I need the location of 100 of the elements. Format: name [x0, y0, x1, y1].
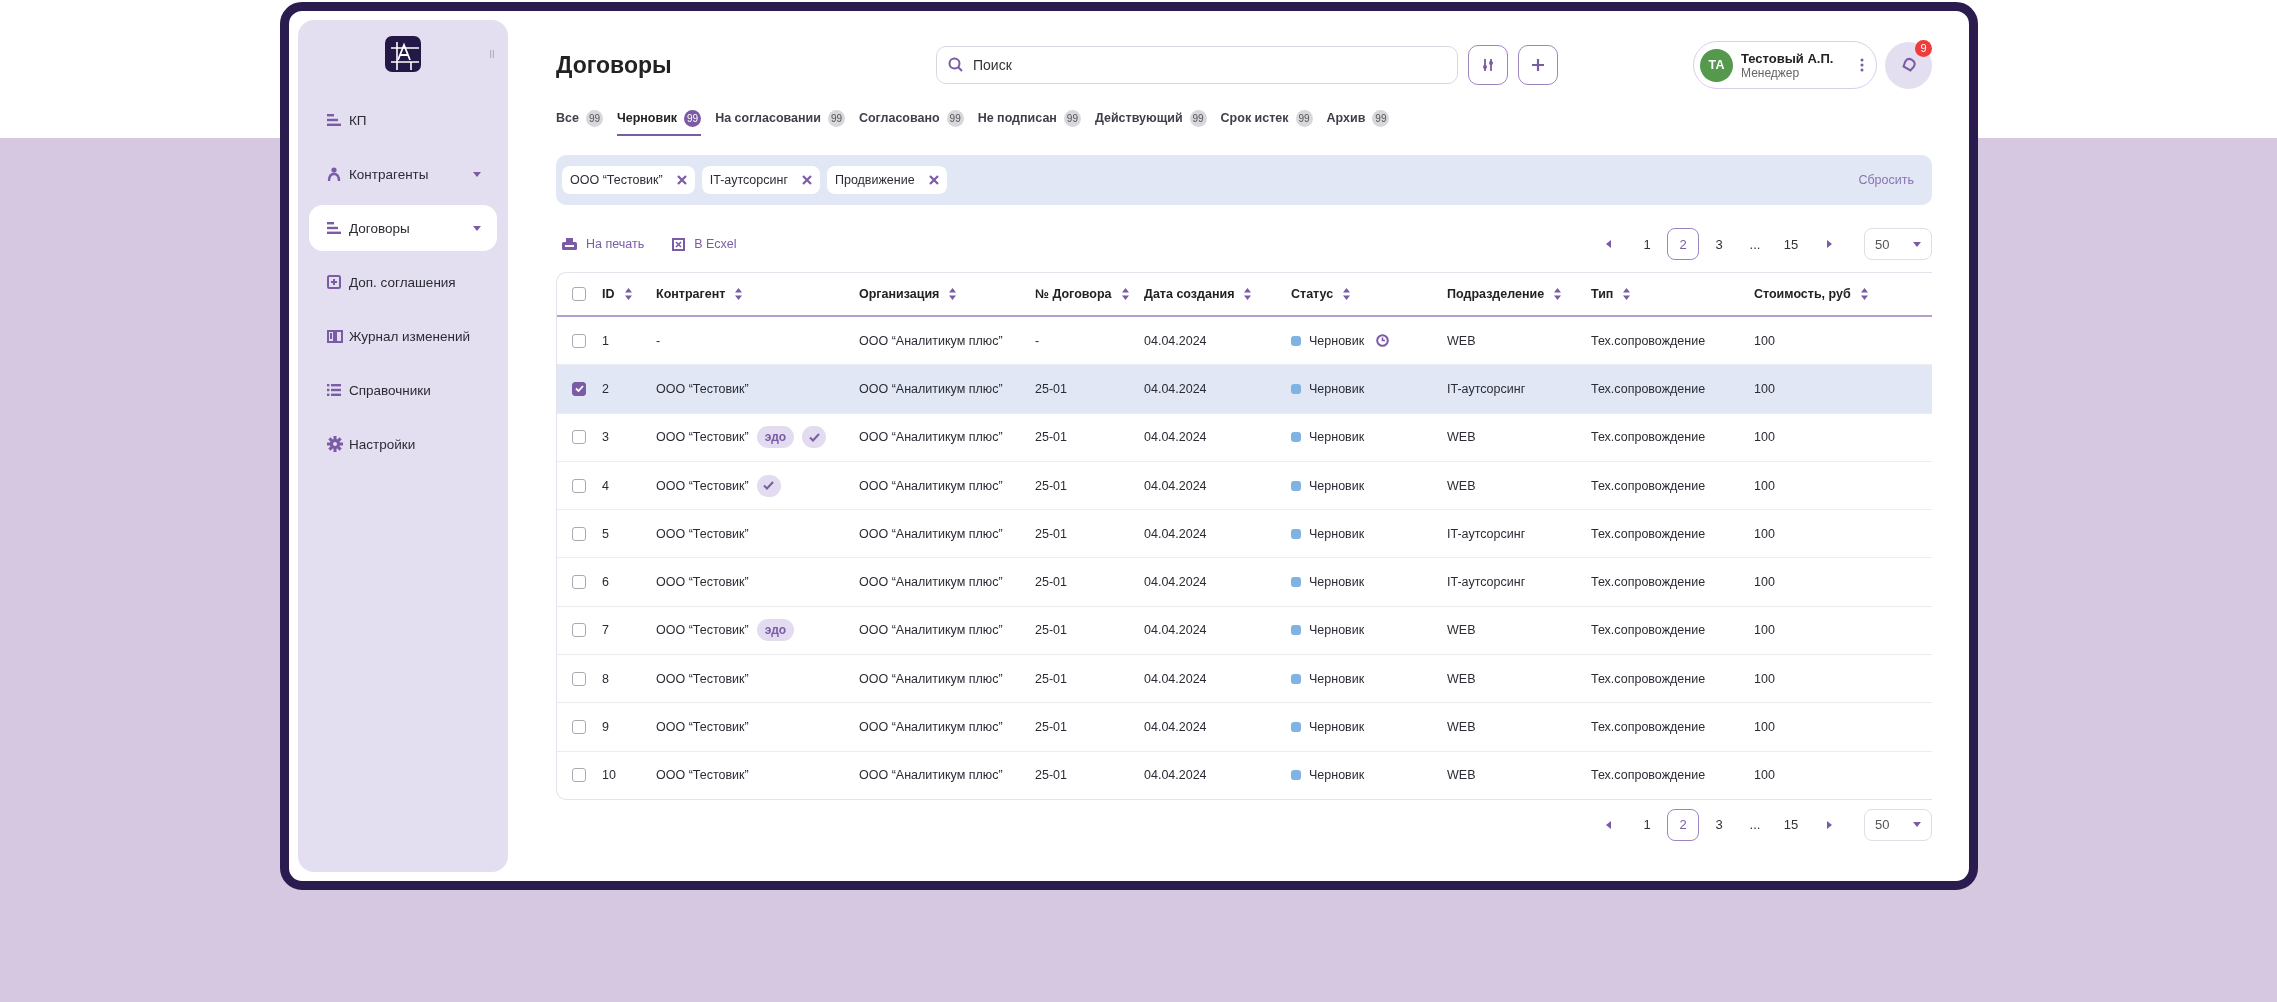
table-cell: Черновик — [1309, 720, 1365, 734]
close-icon[interactable] — [676, 175, 687, 185]
checkbox[interactable] — [572, 381, 586, 396]
status-tab[interactable]: На согласовании 99 — [715, 102, 845, 136]
checkbox[interactable] — [572, 526, 586, 541]
table-row[interactable]: 7 ООО “Тестовик” эдо ООО “Аналитикум плюс” 25-01 04.04.2024 Черновик WEB Тех.сопровождение 100 — [557, 606, 1932, 656]
column-header[interactable]: Подразделение — [1447, 287, 1545, 301]
page-button[interactable]: 2 — [1667, 228, 1699, 260]
user-name: Тестовый А.П. — [1741, 50, 1835, 66]
sort-icon[interactable] — [624, 288, 632, 300]
sidebar-item[interactable]: Договоры — [309, 205, 497, 251]
sidebar-item[interactable]: Контрагенты — [309, 151, 497, 197]
column-header[interactable]: Дата создания — [1144, 287, 1235, 301]
page-button[interactable]: ... — [1739, 808, 1771, 841]
chip-label: IT-аутсорсинг — [709, 173, 788, 187]
checkbox[interactable] — [572, 333, 586, 348]
table-cell: ООО “Тестовик” — [656, 526, 749, 541]
table-cell: Тех.сопровождение — [1591, 381, 1706, 396]
table-cell: 9 — [602, 720, 609, 734]
page-button[interactable]: 3 — [1703, 808, 1735, 841]
sort-icon[interactable] — [735, 288, 743, 300]
table-cell: WEB — [1447, 478, 1476, 493]
sidebar-item[interactable]: КП — [309, 97, 497, 143]
status-tab[interactable]: Не подписан 99 — [977, 102, 1081, 136]
sidebar-item[interactable]: Настройки — [309, 421, 497, 467]
status-tab[interactable]: Срок истек 99 — [1220, 102, 1313, 136]
status-tab[interactable]: Действующий 99 — [1094, 102, 1207, 136]
column-header[interactable]: Организация — [859, 287, 940, 301]
checkbox[interactable] — [572, 623, 586, 638]
sort-icon[interactable] — [1623, 288, 1631, 300]
prev-icon[interactable] — [1606, 820, 1611, 829]
page-button[interactable]: ... — [1739, 228, 1771, 260]
page-button[interactable]: 1 — [1631, 228, 1663, 260]
table-row[interactable]: 9 ООО “Тестовик” ООО “Аналитикум плюс” 25-01 04.04.2024 Черновик WEB Тех.сопровождение 100 — [557, 703, 1932, 752]
table-row[interactable]: 3 ООО “Тестовик” эдо ООО “Аналитикум плюс” 25-01 04.04.2024 Черновик WEB Тех.сопровождение 100 — [557, 413, 1932, 462]
table-cell: ООО “Тестовик” — [656, 381, 749, 396]
sort-icon[interactable] — [1554, 288, 1562, 300]
search-field[interactable]: Поиск — [936, 46, 1458, 84]
table-cell: 100 — [1754, 526, 1775, 541]
add-button[interactable] — [1518, 45, 1558, 85]
page-size-select[interactable]: 50 — [1864, 808, 1932, 841]
notifications-button[interactable]: 9 — [1885, 41, 1932, 89]
status-tab[interactable]: Архив 99 — [1326, 102, 1390, 136]
filter-button[interactable] — [1468, 45, 1508, 85]
sort-icon[interactable] — [1121, 288, 1129, 300]
sort-icon[interactable] — [949, 288, 957, 300]
excel-button[interactable]: В Ecxel — [666, 237, 737, 251]
table-cell: ООО “Аналитикум плюс” — [859, 430, 1003, 445]
prev-icon[interactable] — [1606, 240, 1611, 248]
table-row[interactable]: 2 ООО “Тестовик” ООО “Аналитикум плюс” 25-01 04.04.2024 Черновик IT-аутсорсинг Тех.сопровождение 100 — [557, 365, 1932, 414]
column-header[interactable]: ID — [602, 287, 615, 301]
column-header[interactable]: № Договора — [1035, 287, 1112, 301]
sidebar-item[interactable]: Журнал изменений — [309, 313, 497, 359]
checkbox[interactable] — [572, 720, 586, 734]
table-cell: ООО “Тестовик” — [656, 720, 749, 734]
list-icon — [327, 384, 341, 396]
checkbox[interactable] — [572, 430, 586, 445]
sort-icon[interactable] — [1343, 288, 1351, 300]
page-button[interactable]: 15 — [1775, 228, 1807, 260]
table-cell: 25-01 — [1035, 381, 1067, 396]
book-icon — [327, 329, 343, 343]
status-tab[interactable]: Черновик 99 — [616, 102, 702, 136]
checkbox[interactable] — [572, 671, 586, 686]
sort-icon[interactable] — [1244, 288, 1252, 300]
next-icon[interactable] — [1827, 240, 1832, 248]
sidebar-item[interactable]: Доп. соглашения — [309, 259, 497, 305]
table-row[interactable]: 6 ООО “Тестовик” ООО “Аналитикум плюс” 25-01 04.04.2024 Черновик IT-аутсорсинг Тех.сопровождение 100 — [557, 558, 1932, 607]
sidebar-item[interactable]: Справочники — [309, 367, 497, 413]
checkbox[interactable] — [572, 768, 586, 783]
drag-handle-icon[interactable] — [490, 50, 494, 58]
table-row[interactable]: 5 ООО “Тестовик” ООО “Аналитикум плюс” 25-01 04.04.2024 Черновик IT-аутсорсинг Тех.сопровождение 100 — [557, 510, 1932, 559]
page-size-select[interactable]: 50 — [1864, 228, 1932, 260]
page-button[interactable]: 2 — [1667, 808, 1699, 841]
status-tab[interactable]: Согласовано 99 — [858, 102, 964, 136]
column-header[interactable]: Контрагент — [656, 287, 726, 301]
close-icon[interactable] — [928, 175, 939, 185]
more-icon[interactable] — [1860, 58, 1864, 72]
table-cell: WEB — [1447, 671, 1476, 686]
page-button[interactable]: 15 — [1775, 808, 1807, 841]
close-icon[interactable] — [801, 175, 812, 185]
table-cell: Черновик — [1309, 333, 1365, 348]
sort-icon[interactable] — [1860, 288, 1868, 300]
column-header[interactable]: Статус — [1291, 287, 1334, 301]
table-cell: 25-01 — [1035, 526, 1067, 541]
next-icon[interactable] — [1827, 820, 1832, 829]
page-button[interactable]: 1 — [1631, 808, 1663, 841]
table-cell: ООО “Аналитикум плюс” — [859, 478, 1003, 493]
status-tab[interactable]: Все 99 — [556, 102, 603, 136]
checkbox[interactable] — [572, 575, 586, 590]
table-row[interactable]: 10 ООО “Тестовик” ООО “Аналитикум плюс” 25-01 04.04.2024 Черновик WEB Тех.сопровождение 100 — [557, 751, 1932, 799]
column-header[interactable]: Стоимость, руб — [1754, 287, 1851, 301]
sliders-icon — [1481, 58, 1495, 72]
page-title: Договоры — [556, 51, 673, 79]
checkbox[interactable] — [572, 287, 586, 301]
table-row[interactable]: 8 ООО “Тестовик” ООО “Аналитикум плюс” 25-01 04.04.2024 Черновик WEB Тех.сопровождение 100 — [557, 655, 1932, 704]
table-row[interactable]: 4 ООО “Тестовик” ООО “Аналитикум плюс” 25-01 04.04.2024 Черновик WEB Тех.сопровождение 100 — [557, 461, 1932, 511]
page-button[interactable]: 3 — [1703, 228, 1735, 260]
column-header[interactable]: Тип — [1591, 287, 1614, 301]
print-button[interactable]: На печать — [556, 237, 645, 251]
checkbox[interactable] — [572, 478, 586, 493]
